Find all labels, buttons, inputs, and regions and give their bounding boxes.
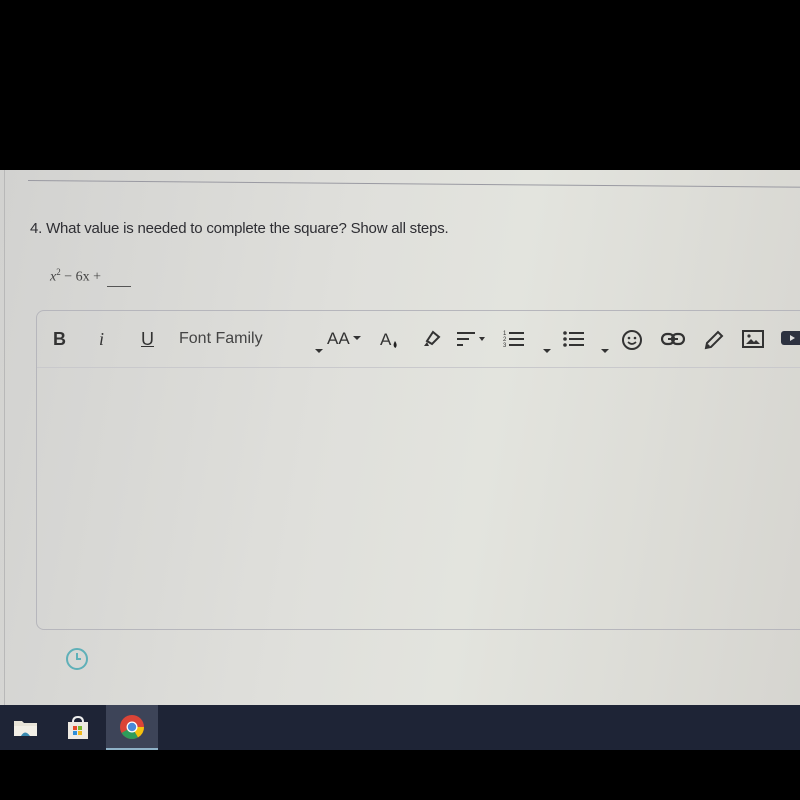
store-icon [68, 715, 88, 739]
taskbar-store[interactable] [52, 705, 104, 750]
taskbar-file-explorer[interactable] [0, 705, 52, 750]
font-size-label: AA [327, 329, 350, 348]
link-icon[interactable] [661, 329, 685, 349]
align-button[interactable] [457, 329, 487, 349]
italic-button[interactable]: i [99, 329, 104, 349]
emoji-icon[interactable] [621, 329, 643, 351]
highlight-icon[interactable] [421, 329, 443, 349]
bold-button[interactable]: B [53, 329, 66, 349]
divider [27, 180, 800, 188]
video-icon[interactable] [781, 329, 800, 347]
font-family-caret-icon[interactable] [315, 337, 323, 357]
underline-button[interactable]: U [141, 329, 154, 349]
expr-rest: − 6x + [60, 269, 105, 285]
numbered-list-button[interactable]: 123 [503, 329, 525, 349]
svg-text:A: A [380, 330, 392, 349]
clock-icon [66, 648, 88, 670]
image-icon[interactable] [742, 329, 764, 349]
bullet-list-button[interactable] [563, 329, 585, 349]
chrome-icon [120, 714, 144, 739]
svg-text:3: 3 [503, 343, 507, 349]
font-size-button[interactable]: AA [327, 329, 361, 349]
font-family-dropdown[interactable]: Font Family [179, 329, 263, 349]
rich-text-editor: B i U Font Family AA A 123 [36, 310, 800, 630]
answer-blank [106, 285, 131, 287]
page-edge [4, 170, 5, 705]
taskbar-chrome[interactable] [106, 705, 158, 750]
folder-icon [14, 720, 37, 736]
font-color-icon[interactable]: A [379, 329, 401, 351]
browser-page: 4. What value is needed to complete the … [0, 170, 800, 705]
editor-toolbar: B i U Font Family AA A 123 [37, 311, 800, 368]
question-text: 4. What value is needed to complete the … [30, 220, 449, 237]
bullet-list-caret-icon[interactable] [601, 337, 609, 357]
windows-taskbar [0, 705, 800, 750]
draw-icon[interactable] [703, 329, 725, 351]
editor-content-area[interactable] [53, 368, 800, 629]
math-expression: x2 − 6x + [50, 267, 131, 287]
numbered-list-caret-icon[interactable] [543, 337, 551, 357]
